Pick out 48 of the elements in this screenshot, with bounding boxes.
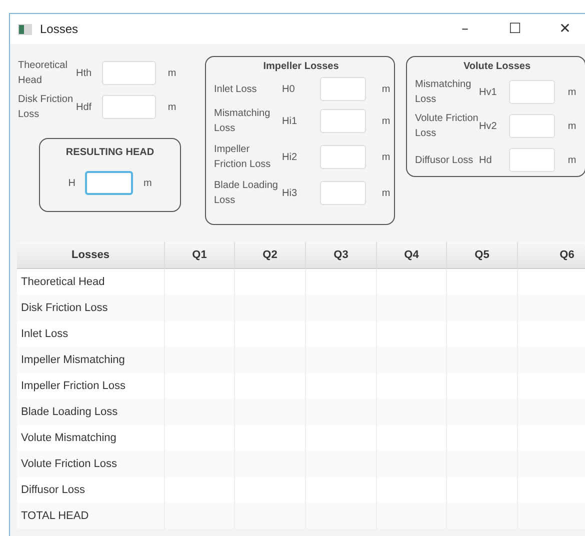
symbol-label: Hi3 xyxy=(282,188,298,198)
window-title: Losses xyxy=(40,22,80,36)
field-label: Mismatching Loss xyxy=(214,107,272,136)
field-label: Disk Friction Loss xyxy=(18,93,74,122)
unit-label: m xyxy=(380,188,392,198)
unit-label: m xyxy=(380,84,392,94)
symbol-label: H0 xyxy=(282,84,296,94)
panel-title: Impeller Losses xyxy=(262,61,340,72)
unit-label: m xyxy=(566,120,578,132)
symbol-label: Hd xyxy=(479,154,493,166)
symbol-label: Hi1 xyxy=(282,116,298,126)
window-control-button[interactable]: – xyxy=(444,14,486,44)
field-label: Inlet Loss xyxy=(214,82,258,96)
table-cell: TOTAL HEAD xyxy=(17,503,165,529)
symbol-label: Hth xyxy=(76,68,93,78)
unit-label: m xyxy=(380,116,392,126)
input-field[interactable] xyxy=(85,171,134,195)
field-label: Impeller Friction Loss xyxy=(214,143,272,172)
field-label: Blade Loading Loss xyxy=(214,179,279,208)
panel-title: Volute Losses xyxy=(462,61,532,72)
unit-label: m xyxy=(566,86,578,98)
unit-label: m xyxy=(166,102,178,112)
field-label: Volute Friction Loss xyxy=(415,112,479,141)
unit-label: m xyxy=(566,154,578,166)
window-icon xyxy=(18,24,32,34)
symbol-label: Hi2 xyxy=(282,152,298,162)
symbol-label: Hdf xyxy=(76,102,93,112)
window-control-button[interactable]: ☐ xyxy=(494,14,536,44)
field-label: Mismatching Loss xyxy=(415,78,472,107)
input-field[interactable] xyxy=(102,61,156,85)
input-field[interactable] xyxy=(320,145,366,169)
unit-label: m xyxy=(143,178,152,188)
panel-title: RESULTING HEAD xyxy=(66,147,154,158)
input-field[interactable] xyxy=(509,148,555,172)
input-field[interactable] xyxy=(320,109,366,133)
unit-label: m xyxy=(166,68,178,78)
input-field[interactable] xyxy=(509,80,555,104)
field-label: Theoretical Head xyxy=(18,59,68,88)
symbol-label: H xyxy=(68,178,76,188)
window-control-button[interactable]: ✕ xyxy=(544,14,585,44)
input-field[interactable] xyxy=(102,95,156,119)
input-field[interactable] xyxy=(320,181,366,205)
input-field[interactable] xyxy=(320,77,366,101)
input-field[interactable] xyxy=(509,114,555,138)
symbol-label: Hv1 xyxy=(479,86,498,98)
field-label: Diffusor Loss xyxy=(415,154,474,168)
symbol-label: Hv2 xyxy=(479,120,498,132)
unit-label: m xyxy=(380,152,392,162)
